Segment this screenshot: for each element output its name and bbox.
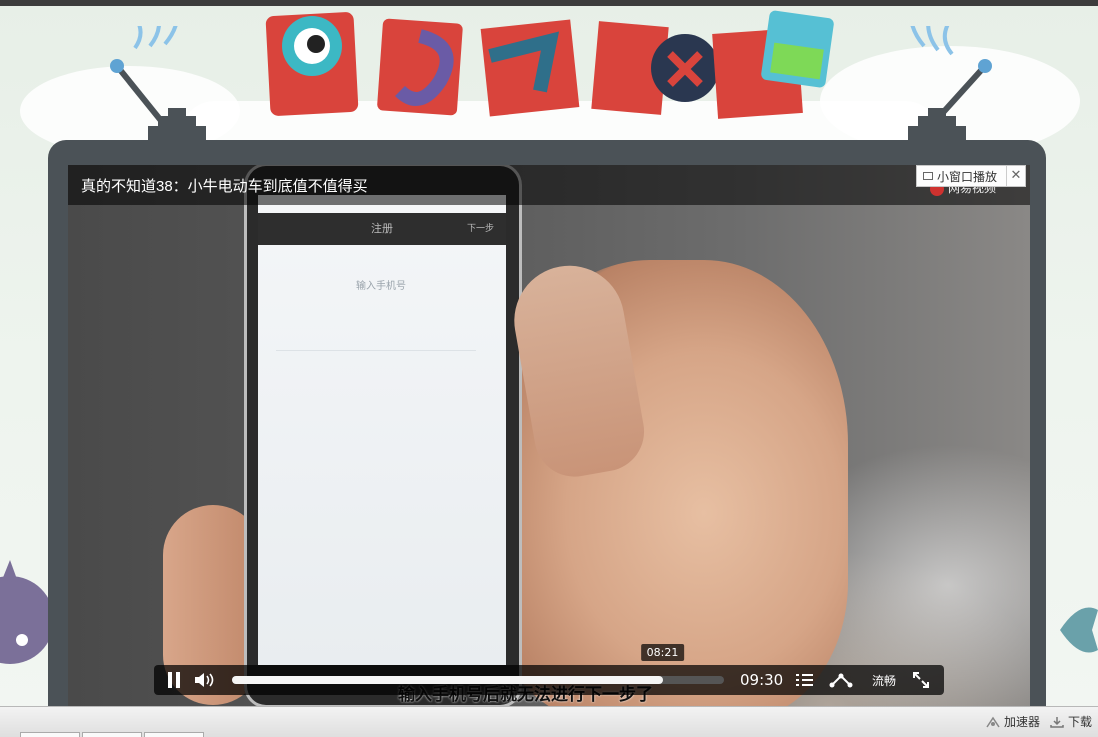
download-label: 下载 bbox=[1068, 715, 1093, 729]
taskbar-tab-stubs bbox=[0, 732, 1098, 737]
phone-screen bbox=[258, 195, 506, 665]
quality-selector[interactable]: 流畅 bbox=[864, 672, 904, 689]
close-icon[interactable]: ✕ bbox=[1006, 166, 1025, 186]
pause-icon bbox=[168, 672, 172, 688]
tv-stand-left bbox=[148, 108, 206, 144]
control-bar: 08:21 09:30 流畅 bbox=[154, 644, 944, 695]
phone-next: 下一步 bbox=[466, 224, 494, 234]
page: 注册 下一步 输入手机号 真的不知道38：小牛电动车到底值不值得买 网易视频 小… bbox=[0, 0, 1098, 737]
share-button[interactable] bbox=[826, 665, 856, 695]
fullscreen-icon bbox=[913, 672, 929, 688]
creature-right-icon bbox=[1060, 607, 1098, 653]
mini-window-label: 小窗口播放 bbox=[937, 169, 998, 184]
progress-bar[interactable]: 08:21 bbox=[232, 644, 724, 684]
mini-window-icon bbox=[923, 172, 933, 180]
playlist-button[interactable] bbox=[790, 665, 820, 695]
video-player[interactable]: 注册 下一步 输入手机号 真的不知道38：小牛电动车到底值不值得买 网易视频 小… bbox=[68, 165, 1030, 706]
browser-status-bar: 加速器 下载 bbox=[0, 706, 1098, 737]
tab-stub[interactable] bbox=[82, 732, 142, 737]
tab-stub[interactable] bbox=[20, 732, 80, 737]
accelerator-button[interactable]: 加速器 bbox=[986, 713, 1040, 730]
accelerator-label: 加速器 bbox=[1004, 715, 1041, 729]
video-title: 真的不知道38：小牛电动车到底值不值得买 bbox=[81, 178, 368, 195]
phone-header: 注册 下一步 bbox=[258, 213, 506, 245]
pause-button[interactable] bbox=[158, 665, 190, 695]
phone-input-line bbox=[276, 350, 476, 351]
tab-stub[interactable] bbox=[144, 732, 204, 737]
tv-stand-right bbox=[908, 108, 966, 144]
phone-header-title: 注册 bbox=[371, 222, 393, 235]
download-button[interactable]: 下载 bbox=[1050, 713, 1092, 730]
phone-input-hint: 输入手机号 bbox=[356, 281, 406, 292]
download-icon bbox=[1050, 716, 1064, 728]
share-icon bbox=[829, 673, 853, 688]
volume-icon bbox=[195, 673, 214, 687]
show-logo bbox=[265, 10, 834, 119]
mini-window-button[interactable]: 小窗口播放 ✕ bbox=[916, 165, 1026, 187]
fullscreen-button[interactable] bbox=[906, 665, 936, 695]
list-icon bbox=[796, 674, 813, 686]
duration: 09:30 bbox=[740, 671, 784, 689]
accelerator-icon bbox=[986, 716, 1000, 727]
progress-hover-time: 08:21 bbox=[640, 644, 685, 661]
volume-button[interactable] bbox=[190, 665, 220, 695]
progress-fill bbox=[232, 676, 663, 684]
